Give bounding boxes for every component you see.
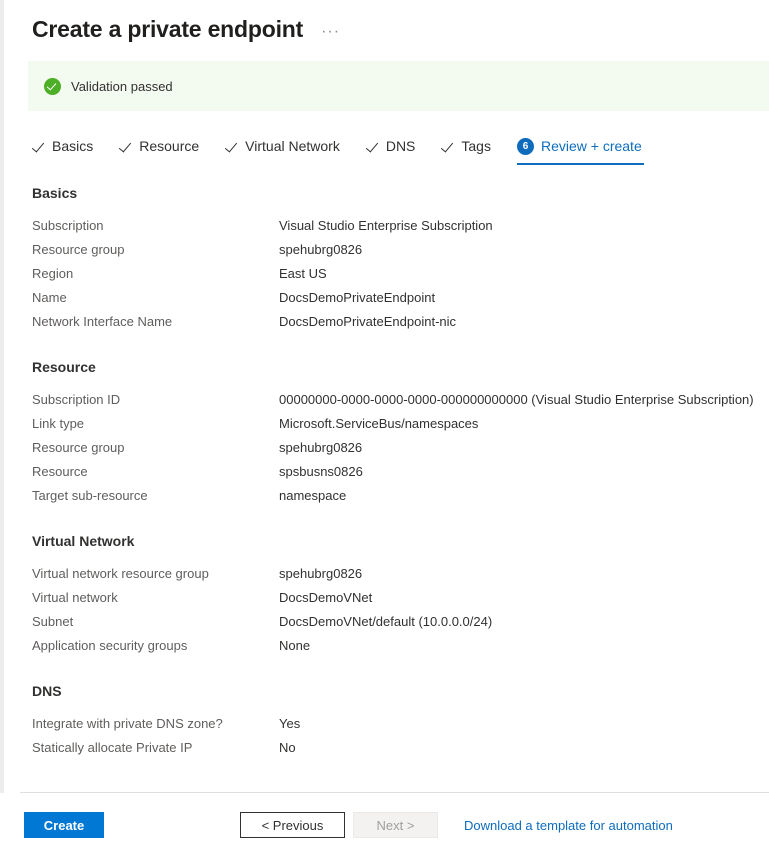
next-button: Next > bbox=[353, 812, 438, 838]
check-icon bbox=[119, 140, 132, 153]
row-label: Resource group bbox=[32, 439, 125, 455]
row-label: Virtual network bbox=[32, 589, 118, 605]
row-value: DocsDemoPrivateEndpoint bbox=[279, 289, 436, 305]
tab-label: Virtual Network bbox=[245, 138, 340, 154]
row-label: Virtual network resource group bbox=[32, 565, 209, 581]
tab-step-badge: 6 bbox=[516, 137, 534, 155]
row-value: namespace bbox=[279, 487, 347, 503]
section-basics: Basics Subscription Visual Studio Enterp… bbox=[32, 185, 769, 333]
row-value: No bbox=[279, 739, 296, 755]
page-title: Create a private endpoint bbox=[32, 16, 304, 42]
row-value: spehubrg0826 bbox=[279, 241, 363, 257]
summary-row: Subscription ID 00000000-0000-0000-0000-… bbox=[32, 387, 769, 411]
wizard-tabs: Basics Resource Virtual Network DNS Tags… bbox=[32, 131, 769, 165]
blade-header: Create a private endpoint ··· bbox=[4, 0, 769, 44]
row-label: Subnet bbox=[32, 613, 74, 629]
summary-row: Integrate with private DNS zone? Yes bbox=[32, 711, 769, 735]
row-value: Visual Studio Enterprise Subscription bbox=[279, 217, 493, 233]
download-template-link[interactable]: Download a template for automation bbox=[464, 818, 673, 833]
section-title: Basics bbox=[32, 185, 78, 201]
summary-row: Target sub-resource namespace bbox=[32, 483, 769, 507]
summary-row: Application security groups None bbox=[32, 633, 769, 657]
blade-footer: Create < Previous Next > Download a temp… bbox=[0, 793, 769, 857]
more-options-icon[interactable]: ··· bbox=[321, 24, 340, 40]
summary-row: Subnet DocsDemoVNet/default (10.0.0.0/24… bbox=[32, 609, 769, 633]
row-label: Target sub-resource bbox=[32, 487, 148, 503]
row-label: Name bbox=[32, 289, 67, 305]
create-private-endpoint-blade: Create a private endpoint ··· Validation… bbox=[4, 0, 769, 857]
check-icon bbox=[225, 140, 238, 153]
section-title: DNS bbox=[32, 683, 62, 699]
row-value: Microsoft.ServiceBus/namespaces bbox=[279, 415, 479, 431]
tab-label: Tags bbox=[461, 138, 491, 154]
row-value: None bbox=[279, 637, 311, 653]
validation-banner: Validation passed bbox=[28, 61, 769, 111]
tab-dns[interactable]: DNS bbox=[366, 129, 416, 165]
tab-review-create[interactable]: 6 Review + create bbox=[516, 129, 644, 165]
row-value: 00000000-0000-0000-0000-000000000000 (Vi… bbox=[279, 391, 754, 407]
row-label: Network Interface Name bbox=[32, 313, 173, 329]
row-value: Yes bbox=[279, 715, 301, 731]
create-button[interactable]: Create bbox=[24, 812, 104, 838]
row-label: Integrate with private DNS zone? bbox=[32, 715, 223, 731]
section-virtual-network: Virtual Network Virtual network resource… bbox=[32, 533, 769, 657]
row-label: Application security groups bbox=[32, 637, 188, 653]
summary-row: Virtual network DocsDemoVNet bbox=[32, 585, 769, 609]
row-value: DocsDemoVNet/default (10.0.0.0/24) bbox=[279, 613, 493, 629]
summary-row: Resource group spehubrg0826 bbox=[32, 237, 769, 261]
section-resource: Resource Subscription ID 00000000-0000-0… bbox=[32, 359, 769, 507]
row-value: spehubrg0826 bbox=[279, 439, 363, 455]
validation-banner-text: Validation passed bbox=[71, 78, 173, 94]
tab-label: Basics bbox=[52, 138, 94, 154]
summary-row: Virtual network resource group spehubrg0… bbox=[32, 561, 769, 585]
summary-row: Resource group spehubrg0826 bbox=[32, 435, 769, 459]
section-dns: DNS Integrate with private DNS zone? Yes… bbox=[32, 683, 769, 759]
row-label: Subscription ID bbox=[32, 391, 121, 407]
summary-row: Region East US bbox=[32, 261, 769, 285]
check-circle-icon bbox=[44, 77, 61, 95]
row-label: Statically allocate Private IP bbox=[32, 739, 193, 755]
row-label: Region bbox=[32, 265, 74, 281]
row-label: Subscription bbox=[32, 217, 104, 233]
tab-tags[interactable]: Tags bbox=[441, 129, 491, 165]
previous-button[interactable]: < Previous bbox=[240, 812, 345, 838]
active-tab-underline bbox=[516, 163, 644, 165]
tab-label: DNS bbox=[385, 138, 416, 154]
section-title: Resource bbox=[32, 359, 96, 375]
tab-resource[interactable]: Resource bbox=[119, 129, 199, 165]
tab-label: Review + create bbox=[540, 138, 642, 154]
row-value: DocsDemoVNet bbox=[279, 589, 373, 605]
summary-row: Statically allocate Private IP No bbox=[32, 735, 769, 759]
summary-row: Name DocsDemoPrivateEndpoint bbox=[32, 285, 769, 309]
row-label: Resource group bbox=[32, 241, 125, 257]
check-icon bbox=[366, 140, 379, 153]
row-label: Resource bbox=[32, 463, 88, 479]
summary-row: Resource spsbusns0826 bbox=[32, 459, 769, 483]
row-value: East US bbox=[279, 265, 327, 281]
row-value: spehubrg0826 bbox=[279, 565, 363, 581]
summary-row: Link type Microsoft.ServiceBus/namespace… bbox=[32, 411, 769, 435]
summary-row: Network Interface Name DocsDemoPrivateEn… bbox=[32, 309, 769, 333]
check-icon bbox=[32, 140, 45, 153]
row-label: Link type bbox=[32, 415, 85, 431]
row-value: DocsDemoPrivateEndpoint-nic bbox=[279, 313, 457, 329]
tab-virtual-network[interactable]: Virtual Network bbox=[225, 129, 340, 165]
check-icon bbox=[441, 140, 454, 153]
tab-basics[interactable]: Basics bbox=[32, 129, 93, 165]
tab-label: Resource bbox=[139, 138, 200, 154]
review-summary: Basics Subscription Visual Studio Enterp… bbox=[4, 185, 769, 759]
summary-row: Subscription Visual Studio Enterprise Su… bbox=[32, 213, 769, 237]
section-title: Virtual Network bbox=[32, 533, 135, 549]
row-value: spsbusns0826 bbox=[279, 463, 363, 479]
